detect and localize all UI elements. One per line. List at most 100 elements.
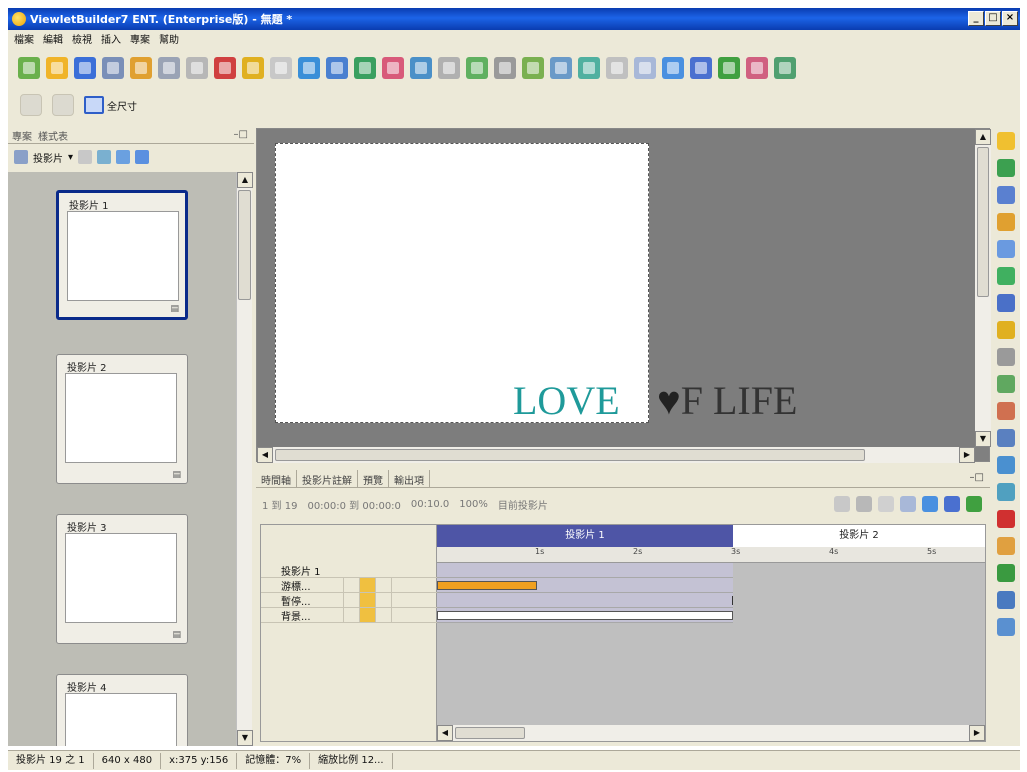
help-icon[interactable]	[997, 618, 1015, 636]
time-ruler[interactable]: 1s 2s 3s 4s 5s	[437, 547, 985, 563]
time-range[interactable]: 00:00:0 到 00:00:0	[307, 497, 400, 512]
layer-row[interactable]: 背景...	[261, 608, 437, 623]
layer-row[interactable]: 游標...	[261, 578, 437, 593]
scroll-thumb[interactable]	[455, 727, 525, 739]
tools-icon[interactable]	[522, 57, 544, 79]
frame-range[interactable]: 1 到 19	[262, 497, 297, 512]
image-icon[interactable]	[997, 159, 1015, 177]
menu-view[interactable]: 檢視	[72, 31, 92, 46]
lock-icon[interactable]	[359, 593, 375, 607]
eye-icon[interactable]	[343, 593, 359, 607]
scroll-left-icon[interactable]: ◀	[257, 447, 273, 463]
slide-thumbnail[interactable]: 投影片 3 ▤	[56, 514, 188, 644]
tab-stylesheet[interactable]: 樣式表	[38, 128, 68, 143]
scroll-thumb[interactable]	[977, 147, 989, 297]
panel-close-icon[interactable]: –□	[970, 472, 984, 483]
lock-icon[interactable]	[359, 608, 375, 622]
slide-properties-icon[interactable]: ▤	[172, 630, 181, 640]
first-slide-icon[interactable]	[606, 57, 628, 79]
layer-option-cell[interactable]	[391, 593, 407, 607]
flash-icon[interactable]	[997, 510, 1015, 528]
minimize-button[interactable]: _	[968, 11, 984, 26]
layer-row[interactable]: 投影片 1	[261, 563, 437, 578]
layer-option-cell[interactable]	[391, 578, 407, 592]
text-icon[interactable]	[997, 186, 1015, 204]
arrow-icon[interactable]	[997, 294, 1015, 312]
branch-icon[interactable]	[116, 150, 131, 164]
undo-icon[interactable]	[242, 57, 264, 79]
frame-icon[interactable]	[997, 348, 1015, 366]
scroll-up-icon[interactable]: ▲	[975, 129, 991, 145]
preview-icon[interactable]	[746, 57, 768, 79]
of-life-text[interactable]: ♥F LIFE	[657, 377, 797, 424]
scroll-right-icon[interactable]: ▶	[969, 725, 985, 741]
capture-window-icon[interactable]	[382, 57, 404, 79]
button-icon[interactable]	[997, 429, 1015, 447]
pen-icon[interactable]	[438, 57, 460, 79]
document-icon[interactable]	[466, 57, 488, 79]
callout-icon[interactable]	[997, 132, 1015, 150]
scroll-down-icon[interactable]: ▼	[975, 431, 991, 447]
first-frame-icon[interactable]	[878, 496, 894, 512]
lock-icon[interactable]	[359, 578, 375, 592]
play-icon[interactable]	[662, 57, 684, 79]
stage-vertical-scrollbar[interactable]: ▲ ▼	[975, 129, 991, 447]
tab-project[interactable]: 專案	[12, 128, 32, 143]
chevron-down-icon[interactable]: ▾	[68, 152, 73, 163]
tab-slide-notes[interactable]: 投影片註解	[297, 470, 358, 487]
movie-icon[interactable]	[997, 564, 1015, 582]
scroll-thumb[interactable]	[238, 190, 251, 300]
link-icon[interactable]	[97, 150, 112, 164]
layer-row[interactable]: 暫停...	[261, 593, 437, 608]
record-icon[interactable]	[834, 496, 850, 512]
scroll-right-icon[interactable]: ▶	[959, 447, 975, 463]
cursor-bar[interactable]	[437, 581, 537, 590]
stage-horizontal-scrollbar[interactable]: ◀ ▶	[257, 447, 975, 463]
edit-image-icon[interactable]	[550, 57, 572, 79]
scroll-thumb[interactable]	[275, 449, 865, 461]
import-icon[interactable]	[410, 57, 432, 79]
hand-icon[interactable]	[997, 537, 1015, 555]
scroll-down-icon[interactable]: ▼	[237, 730, 253, 746]
slide-thumbnail[interactable]: 投影片 2 ▤	[56, 354, 188, 484]
last-slide-icon[interactable]	[690, 57, 712, 79]
cut-icon[interactable]	[130, 57, 152, 79]
textbox-icon[interactable]	[997, 456, 1015, 474]
new-project-icon[interactable]	[18, 57, 40, 79]
menu-insert[interactable]: 插入	[101, 31, 121, 46]
timeline-slide-2-header[interactable]: 投影片 2	[733, 525, 985, 547]
eye-icon[interactable]	[494, 57, 516, 79]
menu-edit[interactable]: 編輯	[43, 31, 63, 46]
timeline-horizontal-scrollbar[interactable]: ◀ ▶	[437, 725, 985, 741]
panel-close-icon[interactable]: –□	[234, 129, 248, 140]
picture-icon[interactable]	[997, 375, 1015, 393]
paste-icon[interactable]	[186, 57, 208, 79]
transition-icon[interactable]	[135, 150, 150, 164]
slide-thumbnail[interactable]: 投影片 4▤	[56, 674, 188, 746]
publish-icon[interactable]	[966, 496, 982, 512]
close-button[interactable]: ×	[1002, 11, 1018, 26]
tab-output[interactable]: 輸出項	[389, 470, 430, 487]
background-bar[interactable]	[437, 611, 733, 620]
eye-icon[interactable]	[343, 578, 359, 592]
layer-option-cell[interactable]	[375, 608, 391, 622]
current-slide-toggle[interactable]: 目前投影片	[498, 497, 548, 512]
pen-tool-icon[interactable]	[997, 321, 1015, 339]
chart-icon[interactable]	[997, 402, 1015, 420]
slide-thumbnail[interactable]: 投影片 1 ▤	[56, 190, 188, 320]
stage-view-button[interactable]	[20, 94, 42, 116]
grid-view-button[interactable]	[52, 94, 74, 116]
shape-icon[interactable]	[997, 267, 1015, 285]
tab-timeline[interactable]: 時間軸	[256, 470, 297, 487]
zoom-field[interactable]: 100%	[459, 499, 488, 510]
slides-dropdown[interactable]: 投影片	[33, 150, 63, 165]
rewind-icon[interactable]	[900, 496, 916, 512]
menu-project[interactable]: 專案	[130, 31, 150, 46]
save-icon[interactable]	[74, 57, 96, 79]
slide-properties-icon[interactable]: ▤	[172, 470, 181, 480]
layer-option-cell[interactable]	[391, 608, 407, 622]
love-text[interactable]: LOVE	[513, 377, 620, 424]
slides-scrollbar[interactable]: ▲ ▼	[236, 172, 253, 746]
window-icon[interactable]	[997, 591, 1015, 609]
stop-icon[interactable]	[856, 496, 872, 512]
